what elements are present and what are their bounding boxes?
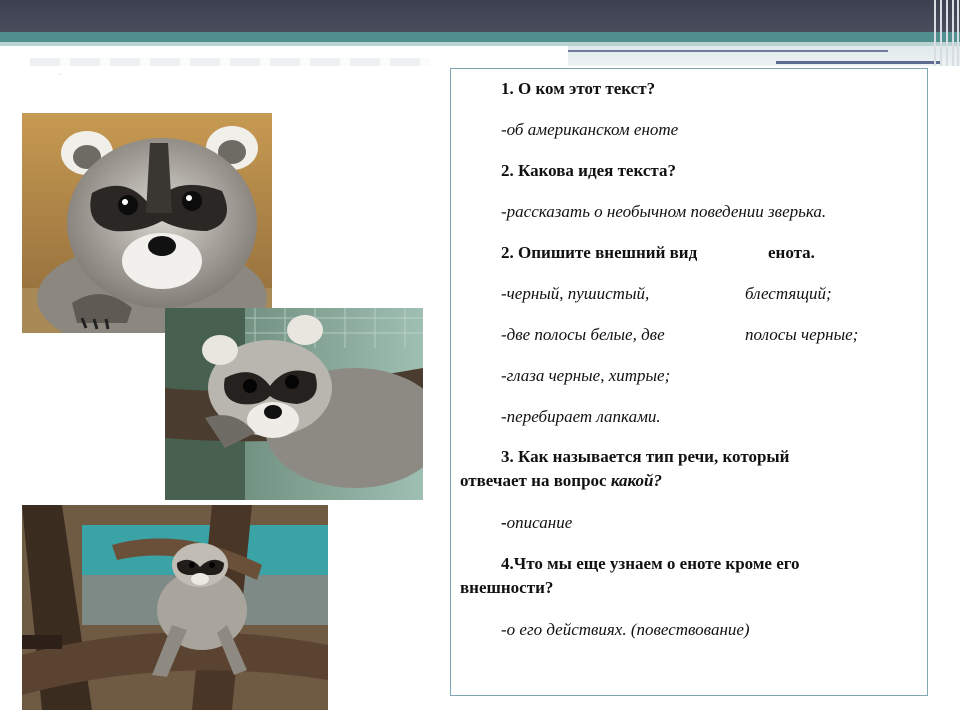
question-3-part1: 2. Опишите внешний вид bbox=[501, 243, 698, 262]
question-4-line2-text: отвечает на вопрос bbox=[460, 471, 607, 490]
header-dark-bar bbox=[0, 0, 960, 32]
answer-3-line2-right: полосы черные; bbox=[745, 325, 859, 344]
faded-title-area bbox=[30, 58, 430, 66]
answer-5: -о его действиях. (повествование) bbox=[501, 620, 750, 639]
answer-3-line3: -глаза черные, хитрые; bbox=[501, 366, 671, 385]
question-2: 2. Какова идея текста? bbox=[501, 161, 676, 180]
raccoon-photo-tree bbox=[22, 505, 328, 710]
question-4-line2: отвечает на вопрос какой? bbox=[460, 471, 662, 491]
header-accent-line bbox=[568, 50, 888, 52]
question-4-line2-italic: какой? bbox=[610, 471, 662, 490]
answer-2: -рассказать о необычном поведении зверьк… bbox=[501, 202, 827, 221]
question-5-line2: внешности? bbox=[460, 578, 554, 597]
answer-4: -описание bbox=[501, 513, 572, 533]
header-vertical-stripes bbox=[930, 0, 960, 66]
answer-1: -об американском еноте bbox=[501, 120, 679, 139]
tiny-caption: — bbox=[58, 71, 62, 76]
question-5-line1: 4.Что мы еще узнаем о еноте кроме его bbox=[501, 554, 800, 573]
question-1: 1. О ком этот текст? bbox=[501, 79, 656, 98]
raccoon-photo-branch bbox=[165, 308, 423, 500]
question-4-line1: 3. Как называется тип речи, который bbox=[501, 447, 790, 466]
answer-4-text: описание bbox=[506, 513, 573, 532]
raccoon-photo-closeup bbox=[22, 113, 272, 333]
answer-3-line2-left: -две полосы белые, две bbox=[501, 325, 665, 344]
header-accent-line bbox=[776, 61, 942, 64]
header-teal-stripe bbox=[0, 32, 960, 42]
answer-3-line4: -перебирает лапками. bbox=[501, 407, 661, 426]
answer-3-line1-right: блестящий; bbox=[745, 284, 832, 303]
question-3-part2: енота. bbox=[768, 243, 815, 262]
questions-panel: 1. О ком этот текст? -об американском ен… bbox=[450, 68, 928, 696]
answer-3-line1-left: -черный, пушистый, bbox=[501, 284, 650, 303]
